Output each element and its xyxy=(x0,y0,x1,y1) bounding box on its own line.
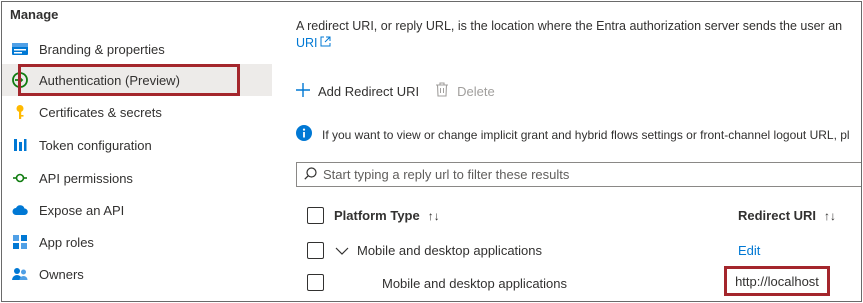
authentication-highlight xyxy=(18,64,240,96)
main-content: A redirect URI, or reply URL, is the loc… xyxy=(288,2,861,301)
sidebar-item-label: Token configuration xyxy=(39,137,152,153)
item-row-checkbox[interactable] xyxy=(307,274,324,291)
search-icon xyxy=(304,166,317,183)
sidebar-item-label: App roles xyxy=(39,234,94,250)
uri-doc-link[interactable]: URI xyxy=(296,36,331,50)
token-icon xyxy=(12,137,28,153)
redirect-uri-header-label: Redirect URI xyxy=(738,208,817,223)
redirect-uri-header[interactable]: Redirect URI ↑↓ xyxy=(738,208,836,223)
trash-icon xyxy=(435,82,449,100)
key-icon xyxy=(12,104,28,120)
add-redirect-uri-label: Add Redirect URI xyxy=(318,83,420,99)
branding-icon xyxy=(12,41,28,57)
sidebar-item-certificates[interactable]: Certificates & secrets xyxy=(2,96,272,128)
delete-button[interactable]: Delete xyxy=(435,82,495,100)
sidebar: Manage Branding & properties Authenticat… xyxy=(2,2,274,301)
sidebar-item-token-configuration[interactable]: Token configuration xyxy=(2,129,272,161)
external-link-icon xyxy=(320,36,331,50)
group-row-checkbox[interactable] xyxy=(307,242,324,259)
info-icon xyxy=(296,125,312,144)
item-row-label: Mobile and desktop applications xyxy=(382,276,568,291)
sidebar-item-label: Expose an API xyxy=(39,202,125,218)
plus-icon xyxy=(296,82,310,100)
filter-input[interactable] xyxy=(323,167,843,182)
uri-link-text[interactable]: URI xyxy=(296,36,318,50)
info-message: If you want to view or change implicit g… xyxy=(296,125,850,144)
platform-type-header-label: Platform Type xyxy=(334,208,420,223)
platform-type-header[interactable]: Platform Type ↑↓ xyxy=(334,208,440,223)
api-permissions-icon xyxy=(12,170,28,186)
sidebar-item-label: Owners xyxy=(39,266,84,282)
info-text: If you want to view or change implicit g… xyxy=(322,127,850,142)
owners-icon xyxy=(12,266,28,282)
sidebar-item-label: Branding & properties xyxy=(39,41,165,57)
sidebar-item-expose-api[interactable]: Expose an API xyxy=(2,194,272,226)
app-roles-icon xyxy=(12,234,28,250)
redirect-uri-text: http://localhost xyxy=(735,273,819,289)
chevron-down-icon[interactable] xyxy=(335,244,349,259)
section-title: Manage xyxy=(10,7,59,22)
sidebar-item-label: Certificates & secrets xyxy=(39,104,162,120)
add-redirect-uri-button[interactable]: Add Redirect URI xyxy=(296,82,420,100)
select-all-checkbox[interactable] xyxy=(307,207,324,224)
sidebar-item-branding[interactable]: Branding & properties xyxy=(2,33,272,65)
filter-field[interactable] xyxy=(296,162,861,187)
sort-icon: ↑↓ xyxy=(427,208,440,223)
description-text: A redirect URI, or reply URL, is the loc… xyxy=(296,19,843,33)
edit-link[interactable]: Edit xyxy=(738,243,760,258)
app-frame: Manage Branding & properties Authenticat… xyxy=(1,1,862,302)
toolbar: Add Redirect URI Delete xyxy=(296,79,511,103)
cloud-icon xyxy=(12,202,28,218)
sidebar-item-api-permissions[interactable]: API permissions xyxy=(2,162,272,194)
sidebar-item-app-roles[interactable]: App roles xyxy=(2,226,272,258)
sort-icon: ↑↓ xyxy=(824,208,837,223)
delete-label: Delete xyxy=(457,83,495,99)
group-row-label: Mobile and desktop applications xyxy=(357,243,543,258)
redirect-uri-value: http://localhost xyxy=(724,266,830,296)
sidebar-item-label: API permissions xyxy=(39,170,133,186)
sidebar-item-owners[interactable]: Owners xyxy=(2,258,272,290)
